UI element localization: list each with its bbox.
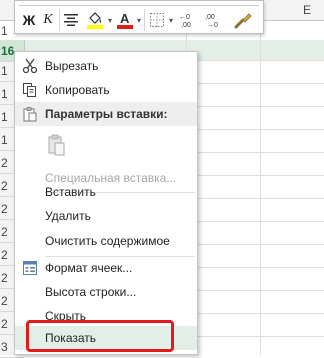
font-name-box-edge [19,0,259,6]
decrease-decimal-button[interactable]: ,00 →0 [205,11,225,29]
svg-text:←0: ←0 [179,14,190,21]
menu-section-label: Параметры вставки: [45,107,168,121]
fill-color-button[interactable] [85,11,105,29]
font-color-button[interactable]: А [117,11,133,29]
menu-item-label: Вырезать [45,59,99,73]
font-color-icon: А [117,11,133,29]
menu-item-label: Копировать [45,83,110,97]
menu-item-label: Показать [45,331,97,345]
menu-item-hide[interactable]: Скрыть [15,304,197,328]
svg-text:,00: ,00 [181,22,191,28]
font-color-dropdown[interactable]: ▾ [135,11,143,29]
menu-icon-spacer [15,204,45,228]
column-header-e[interactable]: E [290,0,324,20]
clipboard-paste-icon [48,134,65,156]
borders-button[interactable] [149,11,165,29]
menu-item-label: Вставить [45,185,96,199]
menu-item-show[interactable]: Показать [15,326,197,350]
menu-icon-spacer [15,229,45,253]
mini-toolbar: Ж К ▾ А ▾ ▾ ←0 ,00 ,00 →0 [14,0,264,34]
toolbar-separator [59,9,60,31]
menu-icon-spacer [15,280,45,304]
context-menu: Вырезать Копировать Параметры вставки: С… [14,51,198,355]
decrease-decimal-icon: ,00 →0 [205,14,218,28]
menu-item-label: Удалить [45,209,91,223]
menu-item-label: Скрыть [45,309,86,323]
format-painter-button[interactable] [233,11,253,29]
menu-item-cut[interactable]: Вырезать [15,54,197,78]
align-center-icon [64,14,78,26]
align-center-button[interactable] [63,11,79,29]
menu-item-row-height[interactable]: Высота строки... [15,280,197,304]
copy-icon [15,78,45,102]
paste-option-spacer [15,133,45,157]
menu-item-format-cells[interactable]: Формат ячеек... [15,256,197,280]
fill-color-dropdown[interactable]: ▾ [106,11,114,29]
menu-item-copy[interactable]: Копировать [15,78,197,102]
menu-item-insert[interactable]: Вставить [15,180,197,204]
menu-item-label: Высота строки... [45,285,137,299]
svg-text:А: А [120,11,130,26]
format-painter-icon [234,13,252,29]
italic-button[interactable]: К [41,11,55,29]
format-cells-icon [15,256,45,280]
menu-item-clear-contents[interactable]: Очистить содержимое [15,229,197,253]
svg-text:,00: ,00 [205,14,215,21]
paint-bucket-icon [87,12,103,29]
borders-icon [150,13,164,27]
menu-section-paste-options: Параметры вставки: [15,102,197,126]
increase-decimal-icon: ←0 ,00 [179,14,191,28]
paste-button[interactable] [45,132,69,158]
menu-item-label: Очистить содержимое [45,234,170,248]
menu-item-delete[interactable]: Удалить [15,204,197,228]
menu-icon-spacer [15,326,45,350]
grid-line [260,20,261,355]
bold-button[interactable]: Ж [21,11,37,29]
paste-option-row [15,128,197,162]
menu-icon-spacer [15,304,45,328]
increase-decimal-button[interactable]: ←0 ,00 [179,11,199,29]
borders-dropdown[interactable]: ▾ [167,11,175,29]
menu-icon-spacer [15,180,45,204]
svg-text:→0: →0 [207,22,218,28]
scissors-icon [15,54,45,78]
menu-item-label: Формат ячеек... [45,261,133,275]
clipboard-icon [15,102,45,126]
toolbar-separator [144,9,145,31]
